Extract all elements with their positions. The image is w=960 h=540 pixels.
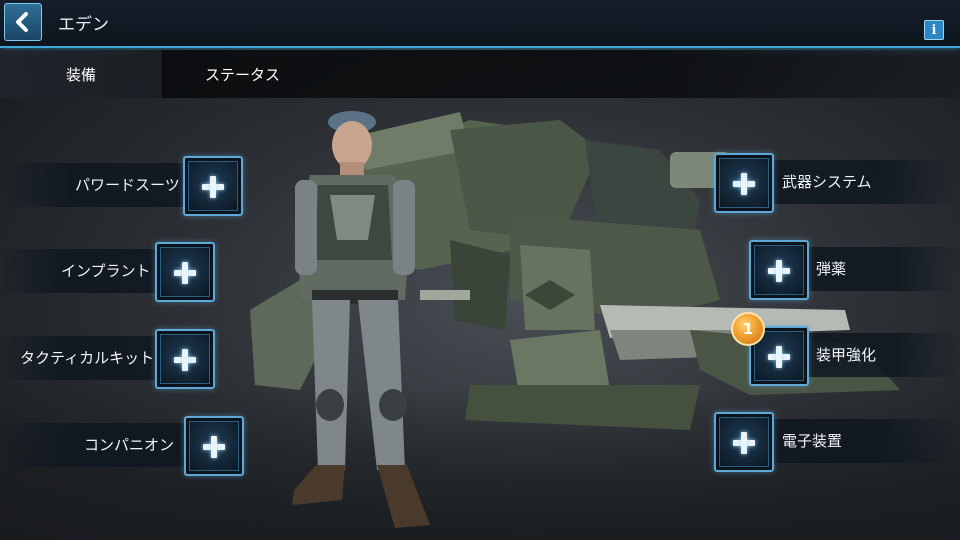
slot-label-implant: インプラント — [61, 262, 151, 280]
add-weapon-system-button[interactable] — [714, 153, 774, 213]
tab-status[interactable]: ステータス — [205, 50, 280, 98]
back-button[interactable] — [4, 3, 42, 41]
add-electronics-button[interactable] — [714, 412, 774, 472]
slot-label-tactical-kit: タクティカルキット — [20, 349, 155, 367]
slot-implant[interactable]: インプラント — [0, 249, 170, 293]
add-implant-button[interactable] — [155, 242, 215, 302]
slot-tactical-kit[interactable]: タクティカルキット — [0, 336, 170, 380]
add-tactical-kit-button[interactable] — [155, 329, 215, 389]
notification-badge: 1 — [731, 312, 765, 346]
slot-label-powered-suit: パワードスーツ — [75, 176, 180, 194]
add-ammo-button[interactable] — [749, 240, 809, 300]
add-powered-suit-button[interactable] — [183, 156, 243, 216]
slot-label-companion: コンパニオン — [84, 436, 175, 454]
slot-powered-suit[interactable]: パワードスーツ — [0, 163, 200, 207]
slot-electronics[interactable]: 電子装置 — [760, 419, 960, 463]
slot-ammo[interactable]: 弾薬 — [795, 247, 960, 291]
slot-weapon-system[interactable]: 武器システム — [760, 160, 960, 204]
page-title: エデン — [58, 15, 109, 35]
chevron-left-icon — [16, 12, 28, 32]
slot-label-electronics: 電子装置 — [782, 432, 843, 450]
info-button[interactable]: i — [924, 20, 944, 40]
tab-bar: 装備 ステータス — [0, 50, 960, 98]
tab-equipment[interactable]: 装備 — [0, 50, 164, 98]
slot-label-armor-upgrade: 装甲強化 — [816, 346, 877, 364]
slot-label-weapon-system: 武器システム — [782, 173, 872, 191]
top-bar: エデン i — [0, 0, 960, 48]
slot-label-ammo: 弾薬 — [816, 260, 847, 278]
slot-companion[interactable]: コンパニオン — [0, 423, 200, 467]
add-companion-button[interactable] — [184, 416, 244, 476]
slot-armor-upgrade[interactable]: 装甲強化 — [795, 333, 960, 377]
